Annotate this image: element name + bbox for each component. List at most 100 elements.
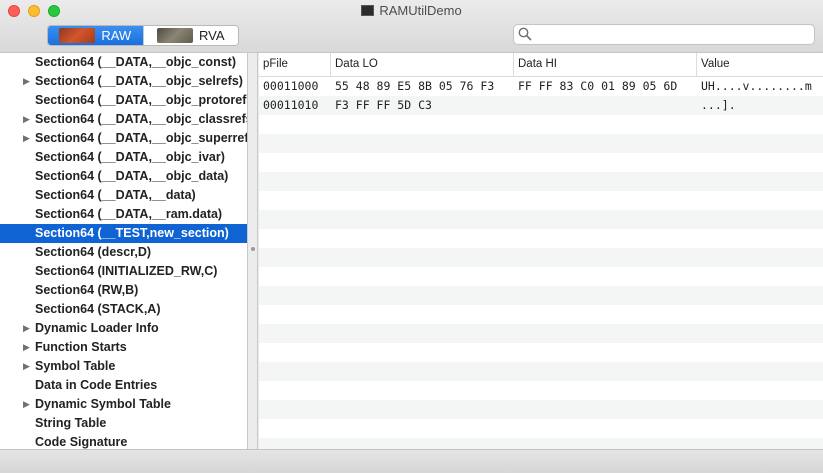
table-row[interactable] — [259, 362, 823, 381]
disclosure-triangle-icon[interactable]: ▶ — [23, 319, 30, 338]
cell-value — [697, 324, 823, 343]
sidebar-item-label: Section64 (INITIALIZED_RW,C) — [35, 264, 218, 278]
sidebar-item-label: Code Signature — [35, 435, 128, 449]
divider-grip-icon — [251, 247, 255, 251]
cell-data-lo: F3 FF FF 5D C3 — [335, 98, 432, 112]
segment-raw[interactable]: RAW — [48, 26, 143, 45]
disclosure-triangle-icon[interactable]: ▶ — [23, 72, 30, 91]
cell-data-hi — [514, 210, 697, 229]
window-title-text: RAMUtilDemo — [379, 3, 462, 18]
sidebar-item-label: Section64 (__DATA,__objc_ivar) — [35, 150, 225, 164]
table-row[interactable] — [259, 419, 823, 438]
hex-data-table: pFile Data LO Data HI Value 00011000 55 4… — [259, 53, 823, 449]
sidebar-item-label: Function Starts — [35, 340, 127, 354]
table-row[interactable] — [259, 172, 823, 191]
address-mode-segmented-control: RAW RVA — [47, 25, 239, 46]
table-row[interactable] — [259, 134, 823, 153]
segment-rva[interactable]: RVA — [142, 26, 238, 45]
sidebar-item-label: Section64 (__DATA,__data) — [35, 188, 196, 202]
sidebar-item[interactable]: Section64 (__TEST,new_section) — [0, 224, 247, 243]
cell-value: ...]. — [701, 98, 736, 112]
column-header-data-lo[interactable]: Data LO — [331, 53, 514, 76]
table-row[interactable] — [259, 381, 823, 400]
sidebar-item[interactable]: ▶ Section64 (__DATA,__objc_superrefs — [0, 129, 247, 148]
column-header-value[interactable]: Value — [697, 53, 823, 76]
column-header-data-hi[interactable]: Data HI — [514, 53, 697, 76]
sidebar-item[interactable]: Section64 (__DATA,__ram.data) — [0, 205, 247, 224]
terminal-app-icon — [361, 5, 375, 16]
table-row[interactable] — [259, 229, 823, 248]
sidebar-item[interactable]: Section64 (__DATA,__objc_protorefs — [0, 91, 247, 110]
sidebar-item-label: Section64 (STACK,A) — [35, 302, 161, 316]
table-row[interactable] — [259, 191, 823, 210]
cell-pfile — [259, 362, 331, 381]
disclosure-triangle-icon[interactable]: ▶ — [23, 395, 30, 414]
sidebar-item[interactable]: Section64 (__DATA,__data) — [0, 186, 247, 205]
cell-data-lo — [331, 153, 514, 172]
disclosure-triangle-icon[interactable]: ▶ — [23, 129, 30, 148]
table-row[interactable] — [259, 210, 823, 229]
table-row[interactable]: 00011000 55 48 89 E5 8B 05 76 F3 FF FF 83 … — [259, 77, 823, 96]
disclosure-triangle-icon[interactable]: ▶ — [23, 357, 30, 376]
cell-pfile — [259, 115, 331, 134]
cell-value — [697, 115, 823, 134]
sidebar-item[interactable]: Section64 (INITIALIZED_RW,C) — [0, 262, 247, 281]
table-row[interactable] — [259, 267, 823, 286]
sidebar-item[interactable]: Section64 (STACK,A) — [0, 300, 247, 319]
sidebar-item[interactable]: ▶ Symbol Table — [0, 357, 247, 376]
sidebar-item[interactable]: Section64 (__DATA,__objc_const) — [0, 53, 247, 72]
sidebar-item-label: Data in Code Entries — [35, 378, 158, 392]
search-field[interactable] — [513, 24, 815, 45]
cell-data-lo — [331, 305, 514, 324]
table-header: pFile Data LO Data HI Value — [259, 53, 823, 77]
cell-value — [697, 191, 823, 210]
sidebar-item[interactable]: ▶ Function Starts — [0, 338, 247, 357]
table-row[interactable] — [259, 248, 823, 267]
cell-pfile: 00011010 — [263, 98, 319, 112]
segment-raw-label: RAW — [101, 28, 132, 43]
cell-value — [697, 343, 823, 362]
sidebar-item[interactable]: Section64 (__DATA,__objc_ivar) — [0, 148, 247, 167]
table-body: 00011000 55 48 89 E5 8B 05 76 F3 FF FF 83 … — [259, 77, 823, 449]
table-row[interactable]: 00011010 F3 FF FF 5D C3...]. — [259, 96, 823, 115]
search-icon — [518, 27, 532, 44]
disclosure-triangle-icon[interactable]: ▶ — [23, 110, 30, 129]
split-view-divider[interactable] — [248, 53, 258, 449]
sidebar-item[interactable]: Data in Code Entries — [0, 376, 247, 395]
sidebar-item[interactable]: Code Signature — [0, 433, 247, 449]
table-row[interactable] — [259, 324, 823, 343]
table-row[interactable] — [259, 153, 823, 172]
sidebar-item[interactable]: ▶ Dynamic Symbol Table — [0, 395, 247, 414]
cell-data-lo — [331, 343, 514, 362]
cell-data-lo — [331, 134, 514, 153]
sidebar-item[interactable]: Section64 (RW,B) — [0, 281, 247, 300]
table-row[interactable] — [259, 115, 823, 134]
cell-data-hi — [514, 153, 697, 172]
sidebar-item[interactable]: ▶ Section64 (__DATA,__objc_classrefs — [0, 110, 247, 129]
cell-pfile: 00011000 — [263, 79, 319, 93]
cell-data-lo — [331, 381, 514, 400]
cell-value — [697, 248, 823, 267]
sidebar-item[interactable]: ▶ Section64 (__DATA,__objc_selrefs) — [0, 72, 247, 91]
app-window: RAMUtilDemo RAW RVA Section64 (__DATA,__… — [0, 0, 823, 473]
sidebar-item[interactable]: String Table — [0, 414, 247, 433]
table-row[interactable] — [259, 438, 823, 449]
sidebar-item-label: Section64 (__DATA,__objc_superrefs — [35, 131, 248, 145]
table-row[interactable] — [259, 305, 823, 324]
table-row[interactable] — [259, 343, 823, 362]
cell-pfile — [259, 267, 331, 286]
sidebar-item[interactable]: ▶ Dynamic Loader Info — [0, 319, 247, 338]
sidebar-item[interactable]: Section64 (descr,D) — [0, 243, 247, 262]
table-row[interactable] — [259, 286, 823, 305]
column-header-pfile[interactable]: pFile — [259, 53, 331, 76]
disclosure-triangle-icon[interactable]: ▶ — [23, 338, 30, 357]
cell-pfile — [259, 438, 331, 449]
cell-data-lo — [331, 115, 514, 134]
cell-value — [697, 381, 823, 400]
cell-data-hi — [514, 343, 697, 362]
cell-data-lo — [331, 286, 514, 305]
cell-pfile — [259, 210, 331, 229]
table-row[interactable] — [259, 400, 823, 419]
sidebar-item[interactable]: Section64 (__DATA,__objc_data) — [0, 167, 247, 186]
cell-value — [697, 229, 823, 248]
